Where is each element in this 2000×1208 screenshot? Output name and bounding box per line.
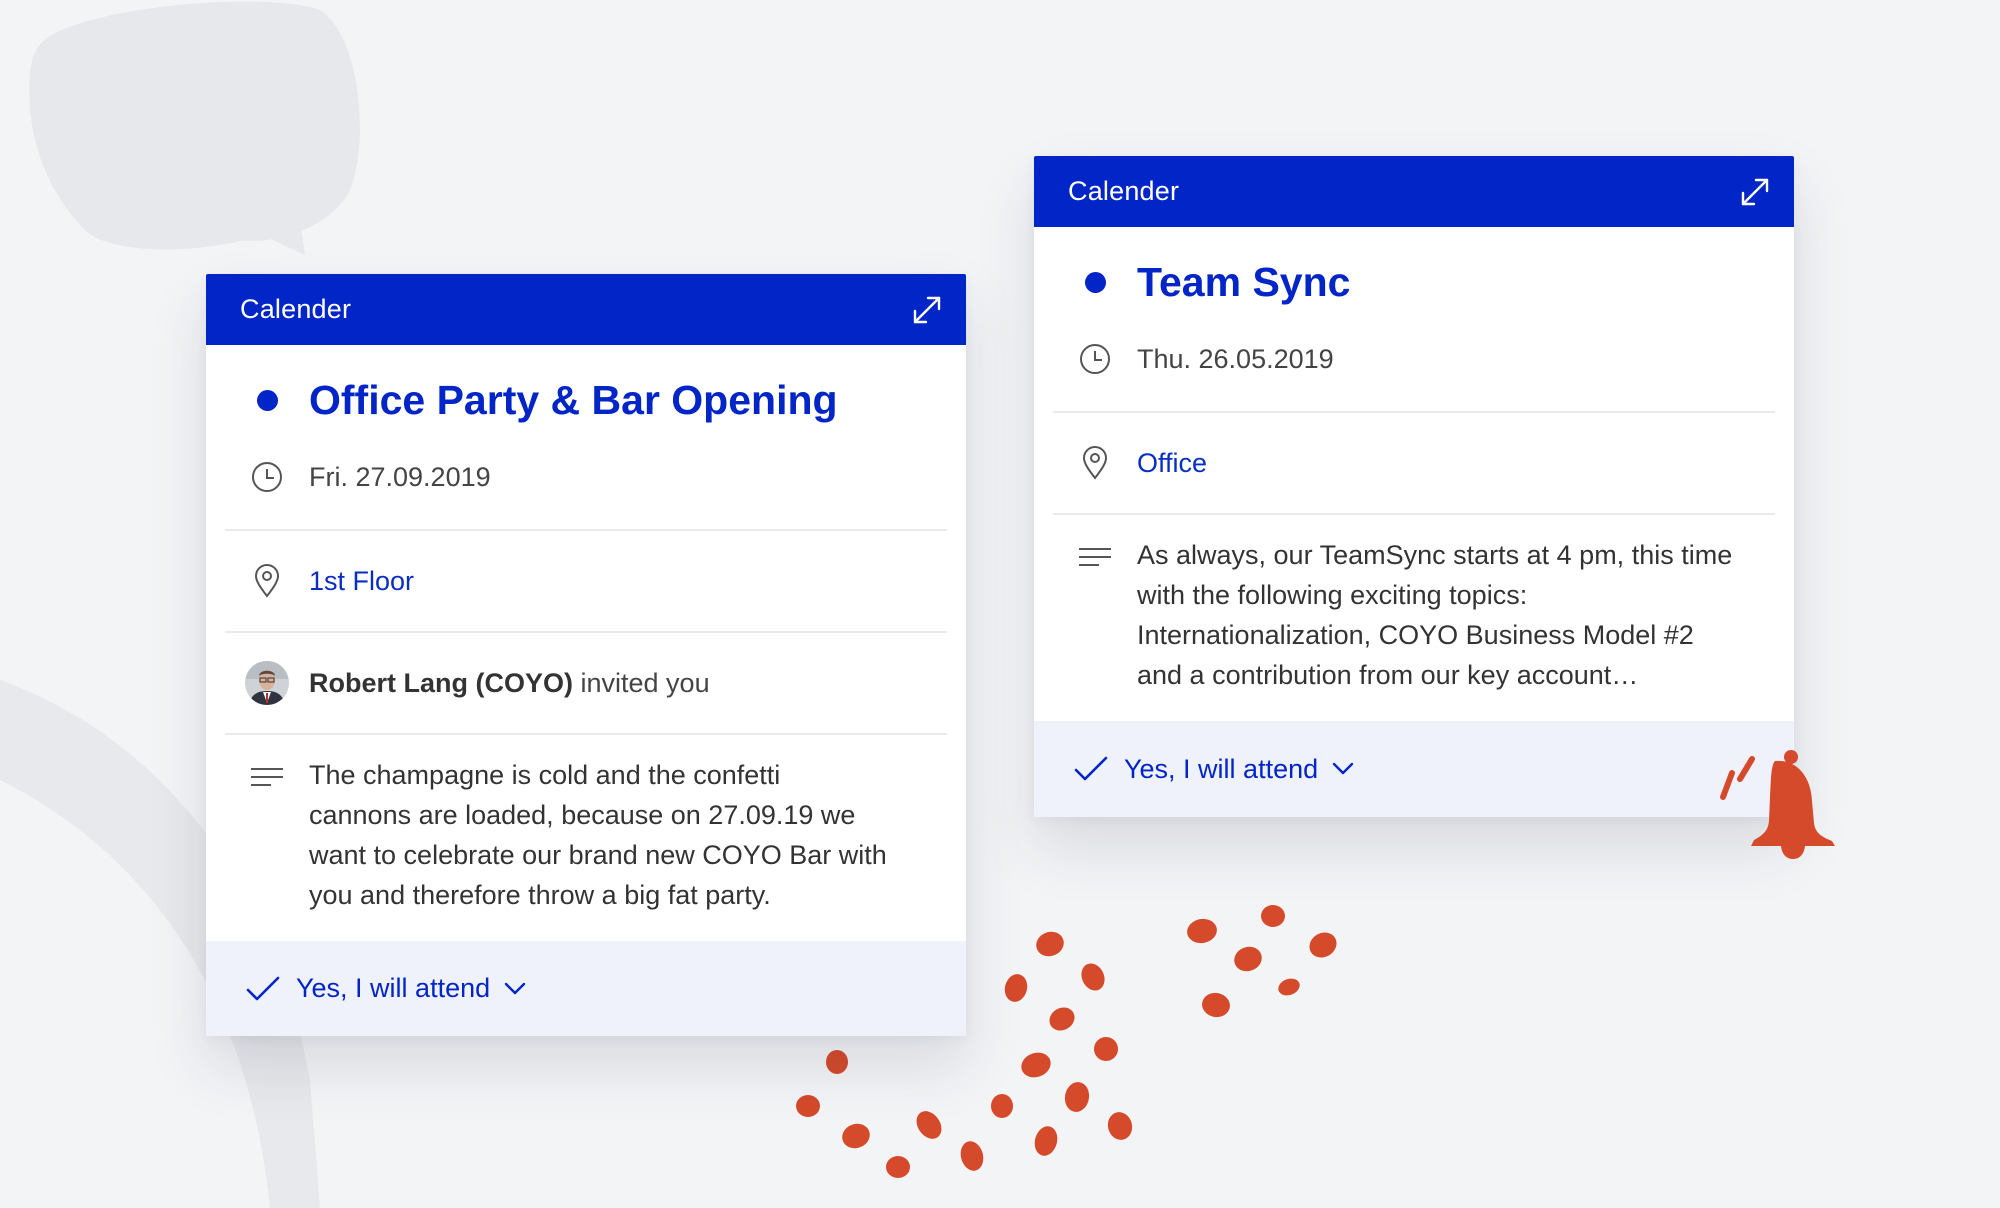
event-card-office-party: Calender Office Party & Bar Opening Fri.… <box>206 274 966 1036</box>
expand-button[interactable] <box>910 293 944 327</box>
expand-button[interactable] <box>1738 175 1772 209</box>
event-title-row: Team Sync <box>1053 227 1775 338</box>
clock-icon <box>1080 344 1110 374</box>
event-card-team-sync: Calender Team Sync Thu. 26.05.2019 Offic… <box>1034 156 1794 817</box>
clock-icon <box>252 462 282 492</box>
chevron-down-icon <box>1332 762 1354 775</box>
inviter-name[interactable]: Robert Lang (COYO) <box>309 668 573 698</box>
attend-dropdown[interactable]: Yes, I will attend <box>206 941 966 1036</box>
attend-label: Yes, I will attend <box>296 973 491 1003</box>
event-dot <box>256 390 278 411</box>
card-header: Calender <box>1034 156 1794 227</box>
location-pin-icon <box>1082 446 1108 480</box>
avatar-image <box>245 661 289 705</box>
event-description: As always, our TeamSync starts at 4 pm, … <box>1137 540 1733 690</box>
card-header-title: Calender <box>1068 176 1180 206</box>
event-location-row: 1st Floor <box>225 531 947 631</box>
event-date: Thu. 26.05.2019 <box>1137 343 1334 374</box>
chevron-down-icon <box>504 982 526 994</box>
description-lines-icon <box>1079 548 1111 566</box>
expand-icon <box>913 296 941 323</box>
event-date: Fri. 27.09.2019 <box>309 461 491 492</box>
event-description-row: As always, our TeamSync starts at 4 pm, … <box>1053 515 1775 695</box>
bell-icon <box>1720 750 1835 859</box>
expand-icon <box>1741 178 1769 205</box>
checkmark-icon <box>1074 756 1108 781</box>
event-description: The champagne is cold and the confetti c… <box>309 760 887 910</box>
card-header: Calender <box>206 274 966 345</box>
attend-label: Yes, I will attend <box>1124 753 1319 784</box>
invitation-text: Robert Lang (COYO) invited you <box>309 668 710 699</box>
event-title[interactable]: Team Sync <box>1137 259 1350 306</box>
event-date-row: Thu. 26.05.2019 <box>1053 334 1775 384</box>
card-header-title: Calender <box>240 294 352 324</box>
avatar[interactable] <box>245 661 289 705</box>
event-description-row: The champagne is cold and the confetti c… <box>225 735 947 915</box>
event-title-row: Office Party & Bar Opening <box>225 345 947 456</box>
event-date-row: Fri. 27.09.2019 <box>225 452 947 502</box>
event-dot <box>1084 272 1106 293</box>
checkmark-icon <box>246 976 280 1000</box>
description-lines-icon <box>251 768 283 786</box>
event-title[interactable]: Office Party & Bar Opening <box>309 377 838 424</box>
inviter-row: Robert Lang (COYO) invited you <box>225 633 947 733</box>
attend-dropdown[interactable]: Yes, I will attend <box>1034 721 1794 817</box>
event-location-row: Office <box>1053 413 1775 513</box>
card-body: Team Sync Thu. 26.05.2019 Office As alwa… <box>1034 227 1794 695</box>
location-pin-icon <box>254 564 280 598</box>
event-location-link[interactable]: Office <box>1137 448 1207 479</box>
speech-bubble-shape <box>29 1 360 255</box>
event-location-link[interactable]: 1st Floor <box>309 566 414 597</box>
invited-text: invited you <box>573 667 710 698</box>
card-body: Office Party & Bar Opening Fri. 27.09.20… <box>206 345 966 915</box>
